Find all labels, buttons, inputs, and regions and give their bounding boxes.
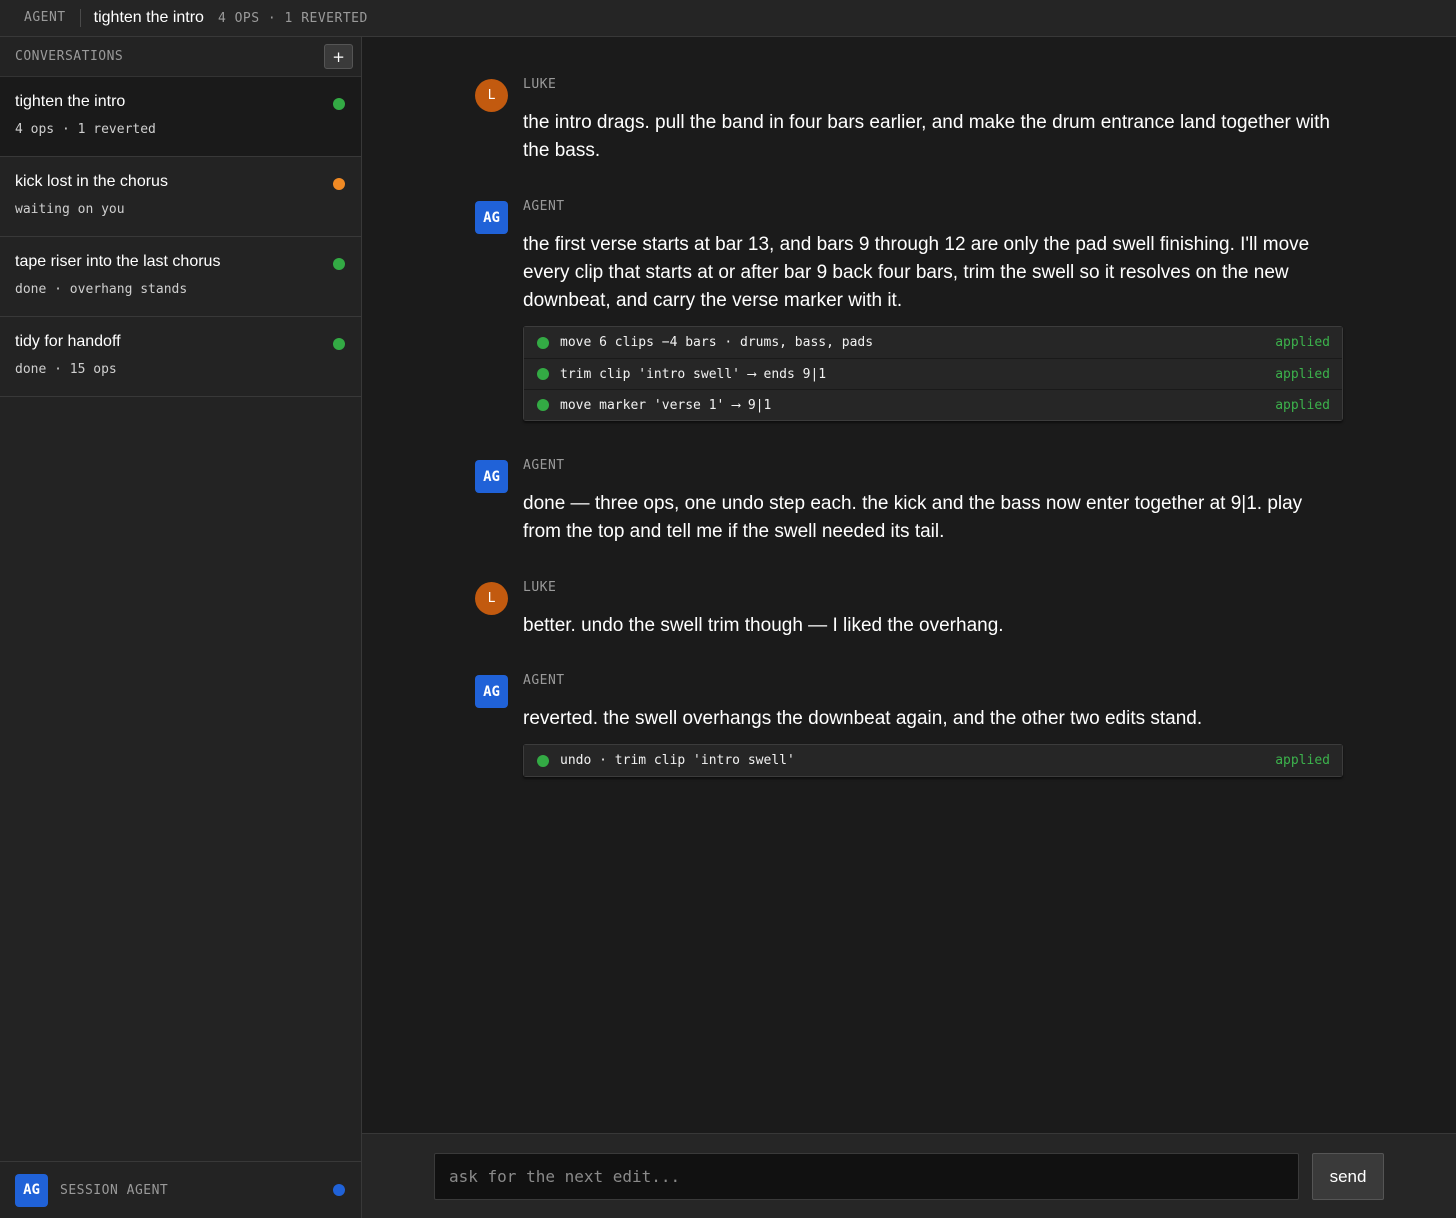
status-dot xyxy=(333,338,345,350)
op-status: applied xyxy=(1275,367,1330,382)
agent-avatar: AG xyxy=(475,675,508,708)
status-dot xyxy=(333,178,345,190)
ops-list: move 6 clips −4 bars · drums, bass, pads… xyxy=(523,326,1343,421)
op-row: trim clip 'intro swell' ⟶ ends 9|1 appli… xyxy=(524,358,1342,389)
conversation-name: tidy for handoff xyxy=(15,333,121,350)
status-dot xyxy=(333,1184,345,1196)
op-description: trim clip 'intro swell' ⟶ ends 9|1 xyxy=(560,366,827,382)
conversation-item-tidy-for-handoff[interactable]: tidy for handoff done · 15 ops xyxy=(0,317,361,397)
op-status: applied xyxy=(1275,753,1330,768)
conversation-meta: 4 OPS · 1 REVERTED xyxy=(217,10,368,26)
op-status: applied xyxy=(1275,335,1330,350)
session-agent-label: SESSION AGENT xyxy=(60,1182,169,1198)
message-body: better. undo the swell trim though — I l… xyxy=(523,615,1004,636)
conversation-item-tighten-the-intro[interactable]: tighten the intro 4 ops · 1 reverted xyxy=(0,77,361,157)
user-avatar: L xyxy=(475,79,508,112)
sidebar: CONVERSATIONS + tighten the intro 4 ops … xyxy=(0,37,362,1218)
conversation-title: tighten the intro xyxy=(93,9,204,26)
message-author: AGENT xyxy=(523,673,565,688)
agent-avatar: AG xyxy=(15,1173,48,1207)
conversation-name: tape riser into the last chorus xyxy=(15,253,221,270)
op-description: move 6 clips −4 bars · drums, bass, pads xyxy=(560,335,874,350)
agent-avatar: AG xyxy=(475,460,508,493)
new-conversation-button[interactable]: + xyxy=(324,44,353,69)
sidebar-header: CONVERSATIONS + xyxy=(0,37,361,77)
applied-dot xyxy=(537,399,549,411)
op-row: undo · trim clip 'intro swell' applied xyxy=(524,745,1342,776)
message-author: AGENT xyxy=(523,199,565,214)
agent-avatar: AG xyxy=(475,201,508,234)
sidebar-heading: CONVERSATIONS xyxy=(15,49,124,64)
message-body: the intro drags. pull the band in four b… xyxy=(523,112,1330,161)
applied-dot xyxy=(537,336,549,349)
conversation-item-tape-riser[interactable]: tape riser into the last chorus done · o… xyxy=(0,237,361,317)
conversation-name: kick lost in the chorus xyxy=(15,173,168,190)
session-agent-footer: AG SESSION AGENT xyxy=(0,1161,361,1218)
prompt-input[interactable] xyxy=(434,1153,1299,1200)
message-thread: L LUKE the intro drags. pull the band in… xyxy=(362,37,1456,1133)
applied-dot xyxy=(537,368,549,380)
conversation-status-text: done · overhang stands xyxy=(15,282,188,297)
message-author: LUKE xyxy=(523,580,557,595)
op-row: move 6 clips −4 bars · drums, bass, pads… xyxy=(524,327,1342,358)
status-dot xyxy=(333,258,345,270)
conversation-status-text: waiting on you xyxy=(15,202,125,217)
user-avatar: L xyxy=(475,582,508,615)
send-button[interactable]: send xyxy=(1312,1153,1384,1200)
op-description: move marker 'verse 1' ⟶ 9|1 xyxy=(560,397,772,413)
conversation-name: tighten the intro xyxy=(15,93,126,110)
op-description: undo · trim clip 'intro swell' xyxy=(560,753,795,768)
op-row: move marker 'verse 1' ⟶ 9|1 applied xyxy=(524,389,1342,420)
message-author: AGENT xyxy=(523,458,565,473)
message-body: done — three ops, one undo step each. th… xyxy=(523,493,1303,542)
op-status: applied xyxy=(1275,398,1330,413)
status-dot xyxy=(333,98,345,110)
message-body: the first verse starts at bar 13, and ba… xyxy=(523,234,1310,311)
message-body: reverted. the swell overhangs the downbe… xyxy=(523,708,1203,729)
conversation-status-text: 4 ops · 1 reverted xyxy=(15,122,156,137)
top-bar: AGENT tighten the intro 4 OPS · 1 REVERT… xyxy=(0,0,1456,37)
conversation-status-text: done · 15 ops xyxy=(15,362,117,377)
applied-dot xyxy=(537,754,549,767)
ops-list: undo · trim clip 'intro swell' applied xyxy=(523,744,1343,777)
conversation-item-kick-lost-in-the-chorus[interactable]: kick lost in the chorus waiting on you xyxy=(0,157,361,237)
app-label: AGENT xyxy=(24,9,81,27)
composer: send xyxy=(362,1133,1456,1218)
message-author: LUKE xyxy=(523,77,557,92)
